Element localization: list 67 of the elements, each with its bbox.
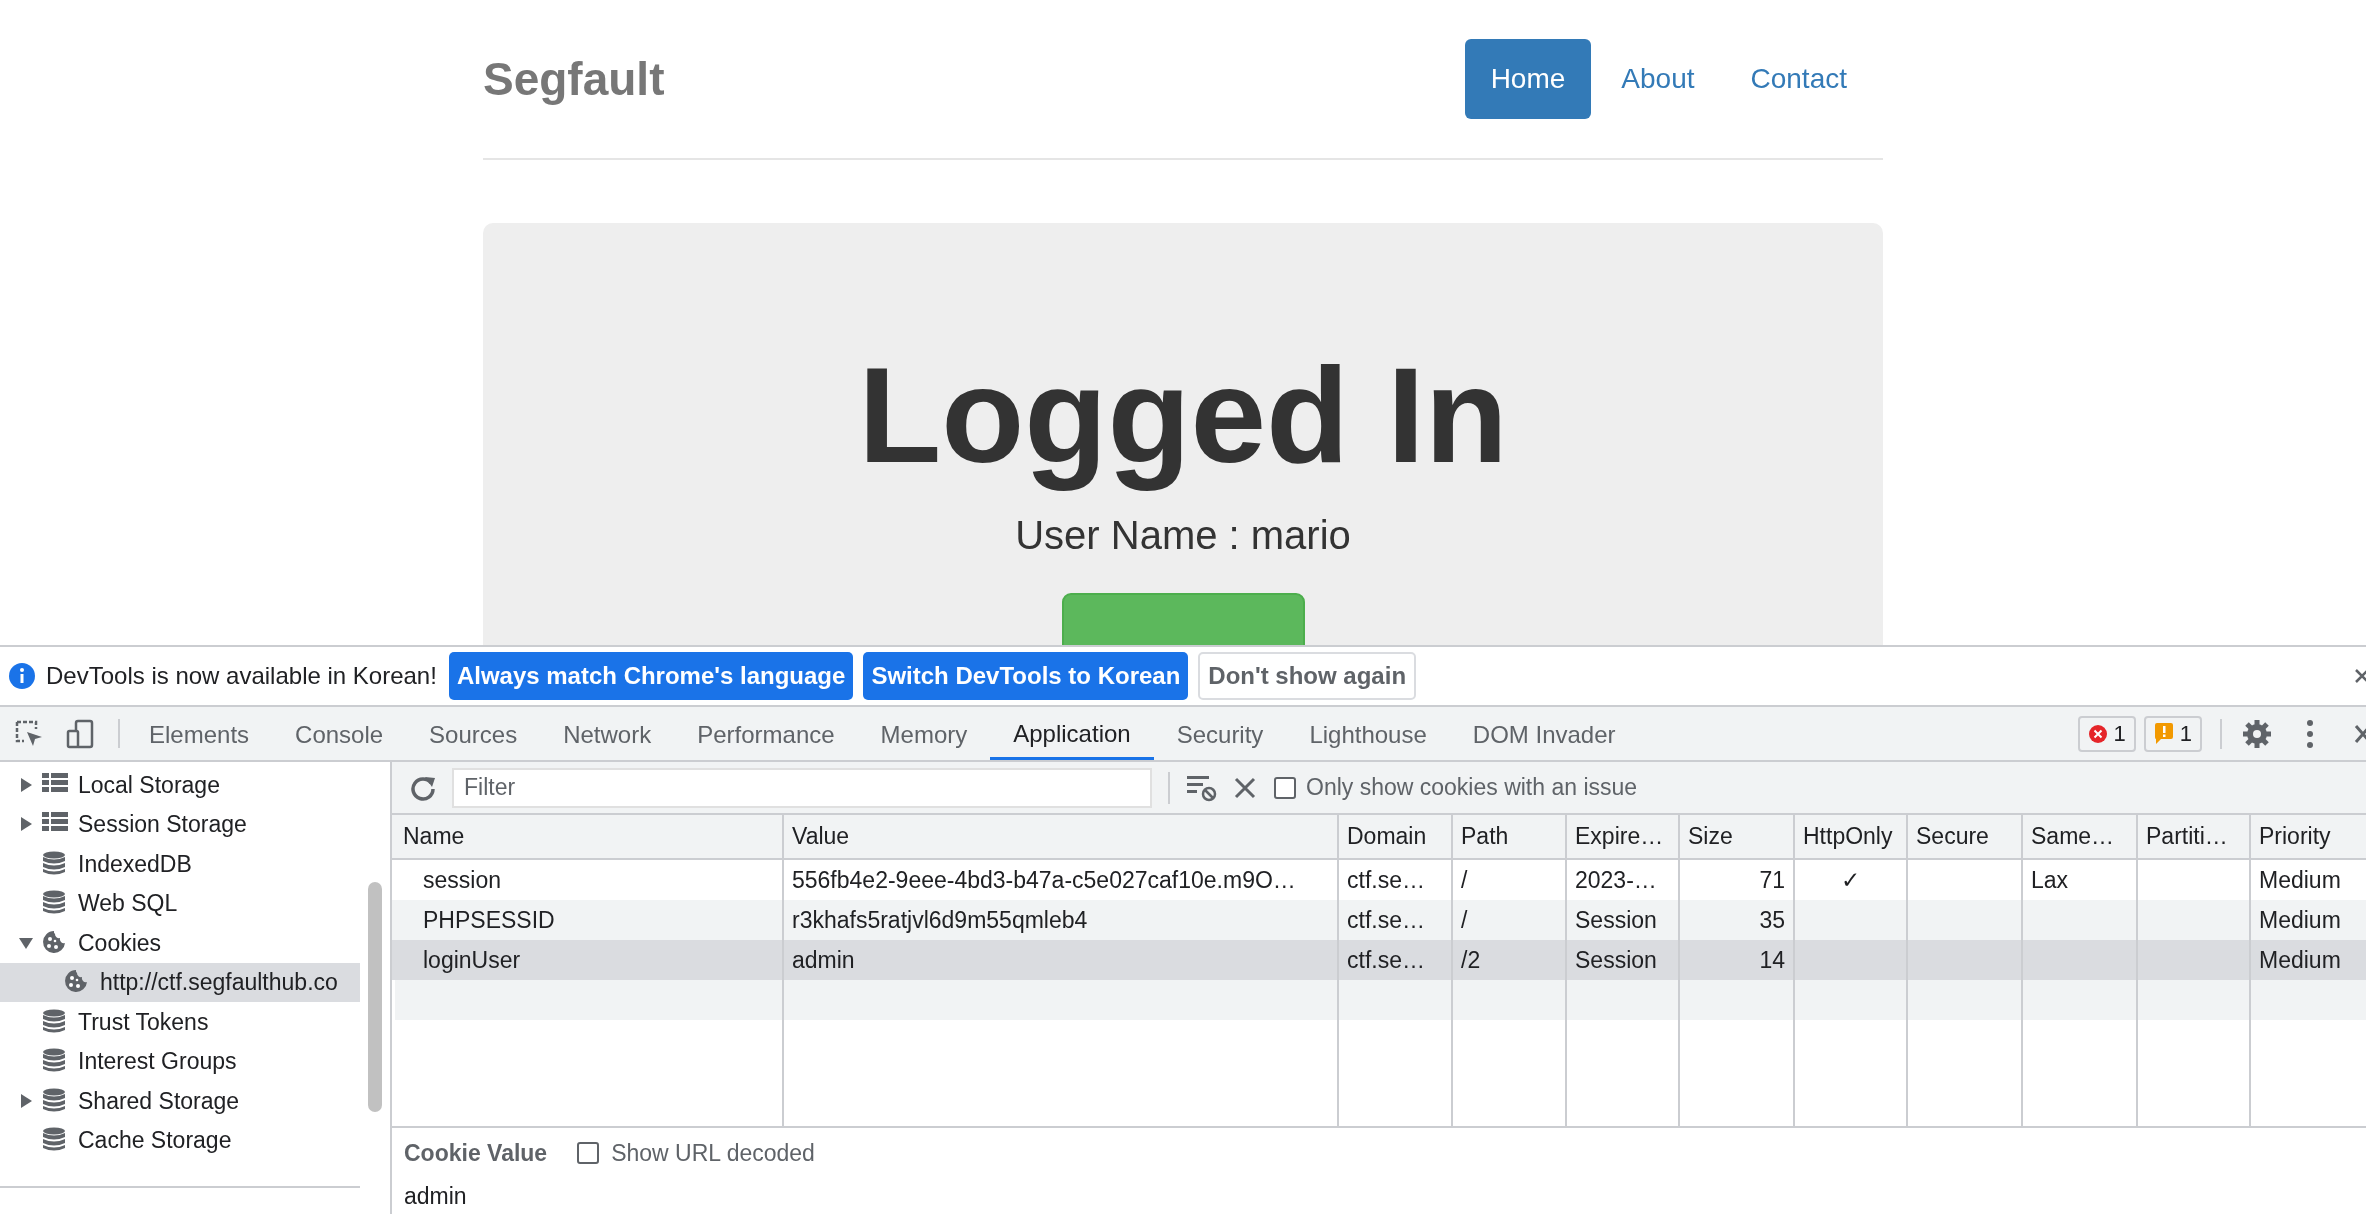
user-name-text: User Name : mario bbox=[1015, 511, 1351, 559]
column-header[interactable]: Partiti… bbox=[2138, 815, 2251, 858]
sidebar-item[interactable]: Shared Storage bbox=[0, 1081, 361, 1121]
column-header[interactable]: Secure bbox=[1908, 815, 2023, 858]
refresh-icon[interactable] bbox=[410, 774, 436, 801]
database-icon bbox=[42, 850, 68, 877]
devtools-tab[interactable]: Lighthouse bbox=[1286, 707, 1450, 760]
more-options-icon[interactable] bbox=[2306, 718, 2314, 749]
clear-filter-icon[interactable] bbox=[1186, 773, 1218, 802]
sidebar-item[interactable]: IndexedDB bbox=[0, 844, 361, 884]
sidebar-item[interactable]: http://ctf.segfaulthub.co bbox=[0, 962, 361, 1002]
column-header[interactable]: Expire… bbox=[1567, 815, 1680, 858]
scrollbar-thumb[interactable] bbox=[368, 882, 383, 1112]
cookie-value-label: Cookie Value bbox=[404, 1139, 548, 1168]
devtools-tab[interactable]: Console bbox=[272, 707, 407, 760]
page-heading: Logged In bbox=[858, 341, 1508, 491]
column-header[interactable]: Size bbox=[1680, 815, 1795, 858]
sidebar-item[interactable]: Session Storage bbox=[0, 804, 361, 844]
settings-icon[interactable] bbox=[2242, 718, 2272, 749]
column-header[interactable]: Value bbox=[784, 815, 1339, 858]
database-icon bbox=[42, 1008, 68, 1035]
warning-count-button[interactable]: 1 bbox=[2143, 715, 2202, 752]
sidebar-item[interactable]: Web SQL bbox=[0, 883, 361, 923]
sidebar-item[interactable]: Cookies bbox=[0, 923, 361, 963]
column-header[interactable]: Name bbox=[395, 815, 784, 858]
url-decode-checkbox[interactable]: Show URL decoded bbox=[577, 1136, 815, 1171]
expand-arrow-icon[interactable] bbox=[18, 1092, 34, 1109]
devtools-tab[interactable]: Security bbox=[1153, 707, 1287, 760]
error-icon bbox=[2087, 723, 2108, 744]
close-icon[interactable] bbox=[1234, 776, 1256, 799]
column-header[interactable]: Path bbox=[1453, 815, 1567, 858]
table-row[interactable]: PHPSESSID r3khafs5ratjvl6d9m55qmleb4 ctf.se… / Session 35 Medium bbox=[392, 900, 2366, 940]
infobar-button[interactable]: Always match Chrome's language bbox=[448, 652, 854, 700]
warning-icon bbox=[2153, 722, 2174, 745]
infobar-button[interactable]: Switch DevTools to Korean bbox=[863, 652, 1189, 700]
cookie-icon bbox=[42, 929, 68, 956]
sidebar-item[interactable]: Local Storage bbox=[0, 765, 361, 805]
table-row[interactable]: loginUser admin ctf.se… /2 Session 14 Medium bbox=[392, 940, 2366, 980]
devtools-tab[interactable]: Sources bbox=[406, 707, 541, 760]
site-logo[interactable]: Segfault bbox=[483, 44, 665, 114]
issue-filter-checkbox[interactable]: Only show cookies with an issue bbox=[1274, 770, 1638, 805]
infobar-button[interactable]: Don't show again bbox=[1198, 652, 1417, 700]
devtools-tab[interactable]: Memory bbox=[857, 707, 991, 760]
sidebar-item[interactable]: Cache Storage bbox=[0, 1120, 361, 1160]
device-icon[interactable] bbox=[66, 718, 96, 749]
expand-arrow-icon[interactable] bbox=[18, 776, 34, 793]
column-header[interactable]: Priority bbox=[2251, 815, 2366, 858]
column-header[interactable]: HttpOnly bbox=[1795, 815, 1908, 858]
nav-link[interactable]: Home bbox=[1464, 39, 1592, 119]
infobar-message: DevTools is now available in Korean! bbox=[46, 661, 437, 691]
column-header[interactable]: Same… bbox=[2023, 815, 2138, 858]
filter-field[interactable]: Filter bbox=[452, 767, 1152, 808]
devtools-tab[interactable]: Network bbox=[540, 707, 675, 760]
close-icon[interactable] bbox=[2354, 722, 2366, 745]
sidebar-item[interactable]: Trust Tokens bbox=[0, 1002, 361, 1042]
nav-link[interactable]: About bbox=[1595, 39, 1721, 119]
column-header[interactable]: Domain bbox=[1339, 815, 1453, 858]
info-icon bbox=[8, 662, 36, 690]
database-icon bbox=[42, 1087, 68, 1114]
nav-link[interactable]: Contact bbox=[1724, 39, 1873, 119]
error-count-button[interactable]: 1 bbox=[2077, 715, 2136, 752]
expand-arrow-icon[interactable] bbox=[18, 816, 34, 833]
devtools-tab[interactable]: Performance bbox=[674, 707, 858, 760]
devtools-tab[interactable]: Elements bbox=[126, 707, 273, 760]
sidebar-item[interactable]: Interest Groups bbox=[0, 1041, 361, 1081]
devtools-tab[interactable]: DOM Invader bbox=[1449, 707, 1639, 760]
cookie-value-text: admin bbox=[404, 1181, 468, 1211]
